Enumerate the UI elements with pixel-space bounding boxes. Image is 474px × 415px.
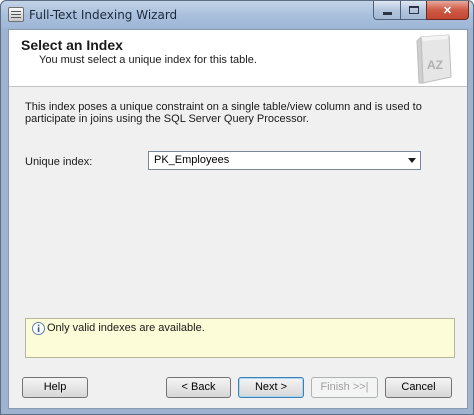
close-icon: ✕ (442, 4, 453, 17)
wizard-header: Select an Index You must select a unique… (9, 30, 467, 87)
unique-index-label: Unique index: (25, 156, 93, 168)
book-az-icon-text: AZ (427, 58, 443, 72)
message-box: Only valid indexes are available. (25, 318, 455, 358)
minimize-button[interactable] (373, 1, 400, 20)
description-text: This index poses a unique constraint on … (25, 101, 422, 125)
title-bar[interactable]: Full-Text Indexing Wizard ✕ (1, 1, 473, 28)
unique-index-value: PK_Employees (154, 154, 230, 166)
close-button[interactable]: ✕ (426, 1, 469, 20)
minimize-icon (382, 11, 392, 15)
finish-button[interactable]: Finish >>| (311, 377, 378, 398)
caption-buttons: ✕ (373, 1, 469, 20)
window-title: Full-Text Indexing Wizard (29, 8, 178, 22)
next-button[interactable]: Next > (238, 377, 304, 398)
maximize-button[interactable] (400, 1, 426, 20)
cancel-button[interactable]: Cancel (385, 377, 452, 398)
wizard-window: Full-Text Indexing Wizard ✕ Select an In… (0, 0, 474, 415)
maximize-icon (408, 6, 419, 14)
back-button[interactable]: < Back (166, 377, 231, 398)
info-icon (32, 322, 45, 335)
page-title: Select an Index (21, 37, 123, 53)
chevron-down-icon[interactable] (408, 158, 416, 163)
wizard-client-area: Select an Index You must select a unique… (8, 29, 468, 409)
unique-index-select[interactable]: PK_Employees (148, 151, 421, 170)
wizard-app-icon (8, 7, 24, 22)
book-az-icon: AZ (416, 34, 452, 84)
page-subtitle: You must select a unique index for this … (39, 54, 257, 66)
help-button[interactable]: Help (22, 377, 88, 398)
message-text: Only valid indexes are available. (47, 322, 205, 334)
